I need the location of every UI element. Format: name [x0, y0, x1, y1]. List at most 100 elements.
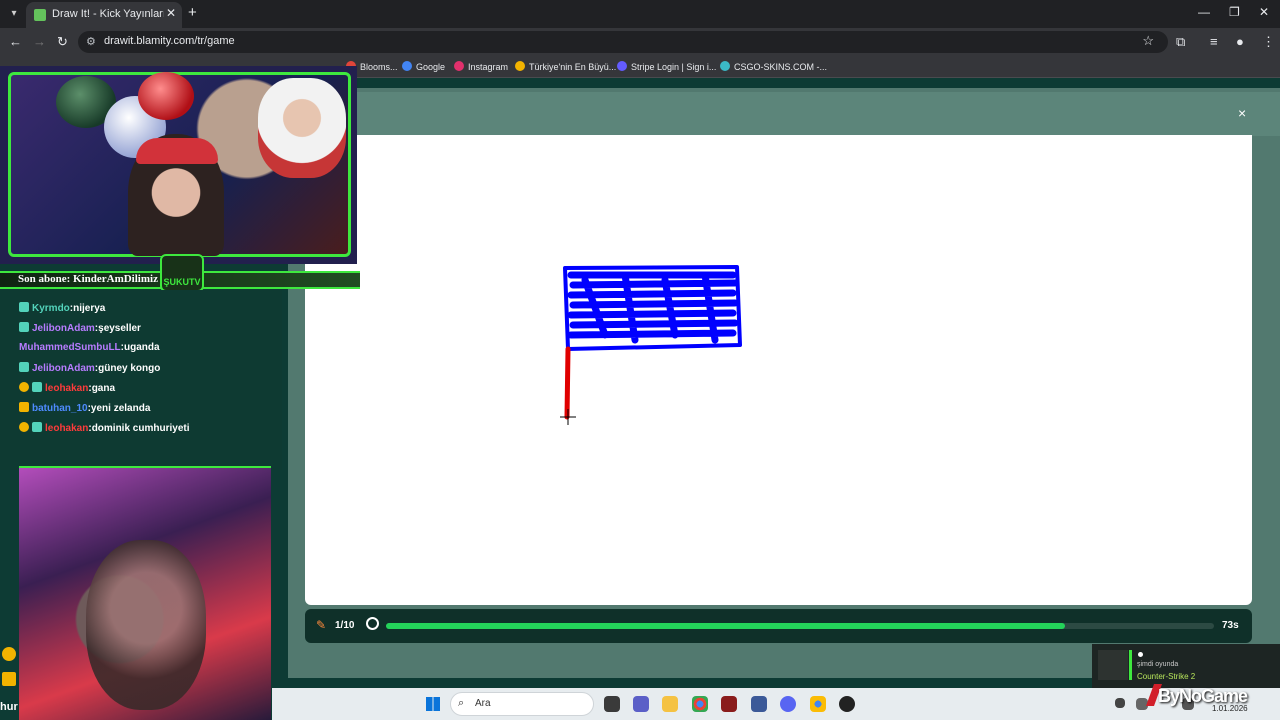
- app-icon[interactable]: [721, 696, 737, 712]
- chat-badge-icon: [19, 382, 29, 392]
- tab-drawit[interactable]: Draw It! - Kick Yayınları İçin Çizim ✕: [26, 2, 182, 28]
- app-icon[interactable]: [839, 696, 855, 712]
- subscriber-banner-text: Son abone: KinderAmDilimiz: [18, 273, 158, 285]
- bookmark-item[interactable]: CSGO-SKINS.COM -...: [720, 61, 827, 72]
- chat-message: JelibonAdam:güney kongo: [19, 362, 160, 374]
- teams-icon[interactable]: [633, 696, 649, 712]
- bookmark-item[interactable]: Google: [402, 61, 445, 72]
- timer-icon: [366, 617, 379, 630]
- drawing-strokes: [560, 265, 742, 425]
- windows-start-icon[interactable]: [426, 697, 440, 711]
- bookmark-label: Türkiye'nin En Büyü...: [529, 62, 617, 72]
- instagram-icon: [454, 61, 464, 71]
- tab-search-menu-icon[interactable]: ▾: [6, 6, 22, 22]
- menu-icon[interactable]: ⋮: [1262, 34, 1275, 50]
- tab-close-icon[interactable]: ✕: [166, 6, 176, 20]
- crosshair-cursor-icon: [560, 409, 576, 425]
- time-left: 73s: [1222, 620, 1239, 631]
- chat-text: :şeyseller: [94, 323, 141, 334]
- crown-icon: [2, 672, 16, 686]
- discord-icon[interactable]: [780, 696, 796, 712]
- time-progress-bar: [386, 623, 1214, 629]
- chat-message: batuhan_10:yeni zelanda: [19, 402, 150, 414]
- crown-badge-icon: [19, 402, 29, 412]
- search-icon: ⌕: [458, 697, 465, 709]
- side-alert-icon: [2, 647, 16, 661]
- chat-username: batuhan_10: [32, 403, 88, 414]
- chat-message: MuhammedSumbuLL:uganda: [19, 342, 160, 353]
- address-bar: ← → ↻ ⚙ drawit.blamity.com/tr/game ☆ ⧉ ≡…: [0, 28, 1280, 56]
- chat-message: Kyrmdo:nijerya: [19, 302, 105, 314]
- google-icon: [402, 61, 412, 71]
- chrome-icon[interactable]: [692, 696, 708, 712]
- media-icon[interactable]: ≡: [1210, 34, 1218, 49]
- minimize-icon[interactable]: —: [1198, 5, 1210, 19]
- chrome-active-icon[interactable]: [810, 696, 826, 712]
- taskbar-search-input[interactable]: [450, 692, 594, 716]
- chat-username: leohakan: [45, 423, 89, 434]
- app-icon[interactable]: [751, 696, 767, 712]
- chat-text: :gana: [88, 383, 116, 394]
- drawit-favicon-icon: [34, 9, 46, 21]
- modal-close-icon[interactable]: ×: [1238, 105, 1246, 121]
- bookmark-item[interactable]: Instagram: [454, 61, 508, 72]
- forward-icon[interactable]: →: [33, 34, 46, 49]
- chat-badge-icon: [19, 322, 29, 332]
- bookmark-favicon-icon: [515, 61, 525, 71]
- notification-status: şimdi oyunda: [1137, 661, 1179, 668]
- chat-text: :yeni zelanda: [87, 403, 151, 414]
- chat-text: :dominik cumhuriyeti: [88, 423, 190, 434]
- blue-fill-stroke: [567, 271, 739, 344]
- chat-username: Kyrmdo: [32, 303, 70, 314]
- chat-badge-icon: [32, 422, 42, 432]
- site-info-icon[interactable]: ⚙: [86, 35, 96, 48]
- bookmark-label: Blooms...: [360, 62, 398, 72]
- new-tab-icon[interactable]: +: [188, 4, 197, 21]
- window-close-icon[interactable]: ✕: [1259, 5, 1269, 19]
- reload-icon[interactable]: ↻: [57, 34, 68, 50]
- windows-taskbar: [272, 688, 1280, 720]
- bookmark-label: Google: [416, 62, 446, 72]
- red-pole-stroke: [564, 346, 571, 420]
- streamer-bandana: [136, 138, 218, 164]
- url-input[interactable]: ⚙ drawit.blamity.com/tr/game ☆: [78, 31, 1168, 53]
- bookmark-label: Instagram: [468, 62, 509, 72]
- chat-text: :nijerya: [69, 303, 106, 314]
- channel-logo-text: ŞUKUTV: [163, 277, 201, 287]
- balloon-red: [138, 72, 194, 120]
- chat-username: MuhammedSumbuLL: [19, 342, 121, 353]
- bookmark-label: CSGO-SKINS.COM -...: [734, 62, 828, 72]
- back-icon[interactable]: ←: [9, 34, 22, 49]
- chat-panel: [0, 290, 282, 470]
- profile-icon[interactable]: ●: [1236, 34, 1244, 49]
- bookmark-item[interactable]: Stripe Login | Sign i...: [617, 61, 716, 72]
- notification-game: Counter-Strike 2: [1137, 672, 1196, 681]
- round-counter: 1/10: [335, 620, 355, 631]
- extensions-icon[interactable]: ⧉: [1176, 34, 1185, 50]
- taskbar-search-label: Ara: [475, 698, 491, 709]
- drawing-modal-header: [288, 92, 1280, 136]
- chat-badge-icon: [32, 382, 42, 392]
- drawing-canvas[interactable]: [305, 135, 1252, 605]
- chat-badge-icon: [19, 422, 29, 432]
- bookmark-item[interactable]: Türkiye'nin En Büyü...: [515, 61, 616, 72]
- cutoff-text: hur: [0, 701, 18, 713]
- chat-username: JelibonAdam: [32, 363, 95, 374]
- file-explorer-icon[interactable]: [662, 696, 678, 712]
- restore-icon[interactable]: ❐: [1229, 5, 1240, 19]
- chat-message: leohakan:gana: [19, 382, 115, 394]
- notification-thumbnail: [1098, 650, 1128, 680]
- chat-badge-icon: [19, 302, 29, 312]
- pencil-icon: ✎: [316, 618, 327, 632]
- chat-text: :uganda: [120, 342, 160, 353]
- task-view-icon[interactable]: [604, 696, 620, 712]
- bookmark-label: Stripe Login | Sign i...: [631, 62, 717, 72]
- tab-title: Draw It! - Kick Yayınları İçin Çizim: [52, 8, 164, 20]
- tray-chevron-icon[interactable]: [1115, 698, 1125, 708]
- stripe-icon: [617, 61, 627, 71]
- chat-text: :güney kongo: [94, 363, 161, 374]
- url-text: drawit.blamity.com/tr/game: [104, 35, 235, 47]
- bookmark-star-icon[interactable]: ☆: [1142, 33, 1154, 49]
- notification-dot-icon: [1138, 652, 1143, 657]
- chat-badge-icon: [19, 362, 29, 372]
